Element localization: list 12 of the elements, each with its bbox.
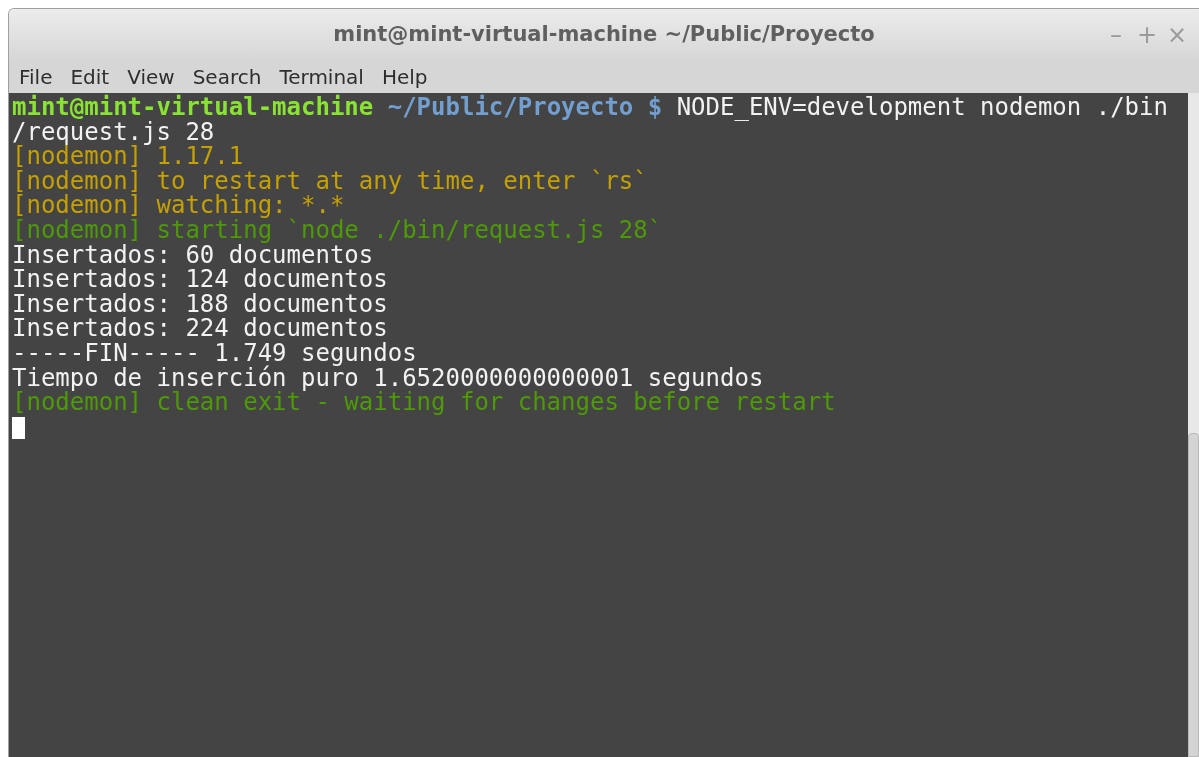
menu-item[interactable]: File <box>10 63 62 91</box>
window-title: mint@mint-virtual-machine ~/Public/Proyecto <box>333 21 875 49</box>
menu-item[interactable]: Terminal <box>270 63 373 91</box>
prompt-path: ~/Public/Proyecto $ <box>386 93 663 121</box>
prompt-user: mint@mint-virtual-machine <box>12 93 374 121</box>
text-cursor <box>12 416 25 439</box>
terminal-text: NODE_ENV=development nodemon ./bin <box>675 93 1168 121</box>
menu-item[interactable]: Edit <box>61 63 119 91</box>
menu-item[interactable]: Help <box>372 63 437 91</box>
menu-item[interactable]: Search <box>183 63 271 91</box>
menu-item[interactable]: View <box>118 63 184 91</box>
scrollbar-thumb[interactable] <box>1188 433 1199 757</box>
